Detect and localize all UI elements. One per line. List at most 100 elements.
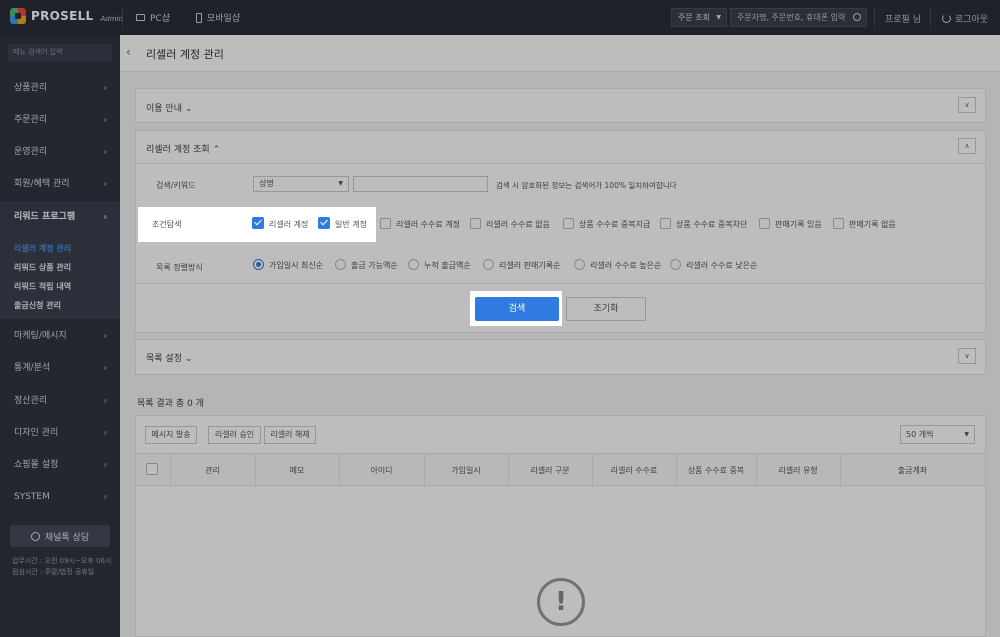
sort-radio-5[interactable] — [574, 259, 585, 270]
send-message-button[interactable]: 메시지 발송 — [145, 426, 197, 444]
sidebar-item-reward-program[interactable]: 리워드 프로그램 ∧ — [0, 201, 120, 233]
search-icon[interactable] — [853, 13, 861, 21]
column-header-manage: 관리 — [205, 466, 220, 475]
cond-checkbox-3[interactable] — [380, 218, 391, 229]
logout-label: 로그아웃 — [955, 15, 989, 25]
mobile-icon — [196, 12, 202, 23]
business-hours: 업무시간 : 오전 09시~오후 06시 — [12, 557, 112, 565]
sidebar-item-stats[interactable]: 통계/분석 ∨ — [0, 352, 120, 384]
cond-checkbox-6[interactable] — [660, 218, 671, 229]
sort-radio-1[interactable] — [253, 259, 264, 270]
sort-option-label: 리셀러 수수료 낮은순 — [686, 261, 758, 270]
query-panel-toggle[interactable]: 리셀러 계정 조회 ⌃ — [146, 142, 220, 155]
cond-checkbox-7[interactable] — [759, 218, 770, 229]
sidebar-item-system[interactable]: SYSTEM ∨ — [0, 481, 120, 513]
sidebar-item-marketing[interactable]: 마케팅/메시지 ∨ — [0, 320, 120, 352]
column-header-product-fee-dup: 상품 수수료 중복 — [687, 466, 745, 475]
keyword-input[interactable] — [353, 176, 488, 192]
cond-label-8: 판매기록 없음 — [849, 220, 896, 229]
list-settings-collapse-button[interactable]: ∨ — [958, 348, 976, 364]
submenu-reseller-accounts[interactable]: 리셀러 계정 관리 — [14, 243, 71, 254]
logout-button[interactable]: 로그아웃 — [942, 12, 988, 25]
approve-reseller-button[interactable]: 리셀러 승인 — [208, 426, 261, 444]
cond-checkbox-general[interactable] — [318, 217, 330, 229]
submenu-reward-history[interactable]: 리워드 적립 내역 — [14, 281, 71, 292]
sidebar-item-orders[interactable]: 주문관리 ∨ — [0, 104, 120, 136]
usage-guide-toggle[interactable]: 이용 안내 ⌄ — [146, 101, 192, 114]
logo[interactable]: PROSELL Admin — [10, 8, 123, 24]
reward-submenu: 리셀러 계정 관리 리워드 상품 관리 리워드 적립 내역 출금신청 관리 — [0, 233, 120, 319]
submenu-reward-products[interactable]: 리워드 상품 관리 — [14, 262, 71, 273]
channeltalk-button[interactable]: 채널톡 상담 — [10, 525, 110, 547]
header-search-input[interactable]: 주문자명, 주문번호, 휴대폰 입력 — [730, 8, 867, 27]
keyword-hint: 검색 시 암호화된 정보는 검색어가 100% 일치하여합니다 — [496, 181, 677, 190]
cond-label-7: 판매기록 있음 — [775, 220, 822, 229]
divider — [136, 163, 985, 164]
chevron-down-icon: ∨ — [102, 116, 108, 124]
sidebar-item-label: 통계/분석 — [14, 363, 51, 373]
chevron-down-icon: ▼ — [338, 180, 343, 187]
sidebar-item-products[interactable]: 상품관리 ∨ — [0, 72, 120, 104]
search-button[interactable]: 검색 — [475, 297, 559, 321]
power-icon — [942, 14, 951, 23]
column-header-id: 아이디 — [370, 466, 393, 475]
logo-icon — [10, 8, 26, 24]
column-header-memo: 메모 — [289, 466, 305, 475]
mobile-shop-link[interactable]: 모바일샵 — [196, 11, 240, 24]
usage-guide-collapse-button[interactable]: ∨ — [958, 97, 976, 113]
chevron-down-icon: ∨ — [102, 493, 108, 501]
sort-radio-6[interactable] — [670, 259, 681, 270]
sidebar-item-shop-settings[interactable]: 쇼핑몰 설정 ∨ — [0, 449, 120, 481]
sidebar-item-settlement[interactable]: 정산관리 ∨ — [0, 385, 120, 417]
list-settings-label: 목록 설정 — [146, 354, 182, 364]
header-divider — [122, 8, 123, 27]
list-settings-panel — [135, 339, 986, 375]
header-divider — [874, 8, 875, 27]
cond-checkbox-4[interactable] — [470, 218, 481, 229]
sidebar-item-members[interactable]: 회원/혜택 관리 ∨ — [0, 168, 120, 200]
sidebar-item-label: 쇼핑몰 설정 — [14, 460, 59, 470]
column-header-reseller-kind: 리셀러 유형 — [778, 466, 818, 475]
page-size-select[interactable]: 50 개씩 ▼ — [900, 425, 975, 444]
chevron-down-icon: ∨ — [102, 397, 108, 405]
warning-icon: ! — [537, 578, 585, 626]
sort-option-label: 가입일시 최신순 — [269, 261, 324, 270]
sidebar-item-label: 디자인 관리 — [14, 428, 59, 438]
keyword-type-select[interactable]: 성명 ▼ — [253, 176, 349, 192]
usage-guide-panel — [135, 88, 986, 123]
list-settings-toggle[interactable]: 목록 설정 ⌄ — [146, 351, 192, 364]
sort-option-label: 리셀러 수수료 높은순 — [590, 261, 662, 270]
chevron-down-icon: ∨ — [102, 148, 108, 156]
sort-radio-2[interactable] — [335, 259, 346, 270]
cond-label-3: 리셀러 수수료 계정 — [396, 220, 460, 229]
cond-label-6: 상품 수수료 중복차단 — [676, 220, 748, 229]
cond-checkbox-8[interactable] — [833, 218, 844, 229]
query-panel-title: 리셀러 계정 조회 — [146, 145, 210, 155]
profile-link[interactable]: 프로필 님 — [885, 12, 921, 25]
sidebar-item-label: 주문관리 — [14, 115, 48, 125]
column-header-reseller-type: 리셀러 구분 — [530, 466, 570, 475]
cond-label-4: 리셀러 수수료 없음 — [486, 220, 550, 229]
sort-radio-4[interactable] — [483, 259, 494, 270]
submenu-withdrawal-requests[interactable]: 출금신청 관리 — [14, 300, 61, 311]
chevron-up-icon: ∧ — [102, 213, 108, 221]
reset-button[interactable]: 초기화 — [566, 297, 646, 321]
channeltalk-label: 채널톡 상담 — [44, 532, 90, 543]
cond-checkbox-5[interactable] — [563, 218, 574, 229]
sidebar-item-operations[interactable]: 운영관리 ∨ — [0, 136, 120, 168]
pc-shop-link[interactable]: PC샵 — [136, 11, 170, 24]
sidebar-item-design[interactable]: 디자인 관리 ∨ — [0, 417, 120, 449]
usage-guide-label: 이용 안내 — [146, 104, 182, 114]
page-size-value: 50 개씩 — [906, 430, 934, 439]
sidebar-search-input[interactable]: 메뉴 검색어 입력 — [8, 44, 112, 61]
query-panel-collapse-button[interactable]: ∧ — [958, 138, 976, 154]
sidebar-item-label: 상품관리 — [14, 83, 48, 93]
results-summary: 목록 결과 총 0 개 — [137, 399, 204, 409]
chevron-left-icon[interactable]: ‹ — [126, 45, 131, 59]
release-reseller-button[interactable]: 리셀러 해제 — [264, 426, 316, 444]
chevron-down-icon: ∨ — [102, 180, 108, 188]
select-all-checkbox[interactable] — [146, 463, 158, 475]
cond-checkbox-reseller[interactable] — [252, 217, 264, 229]
order-search-type-select[interactable]: 주문 조회 ▼ — [671, 8, 727, 27]
sort-radio-3[interactable] — [408, 259, 419, 270]
